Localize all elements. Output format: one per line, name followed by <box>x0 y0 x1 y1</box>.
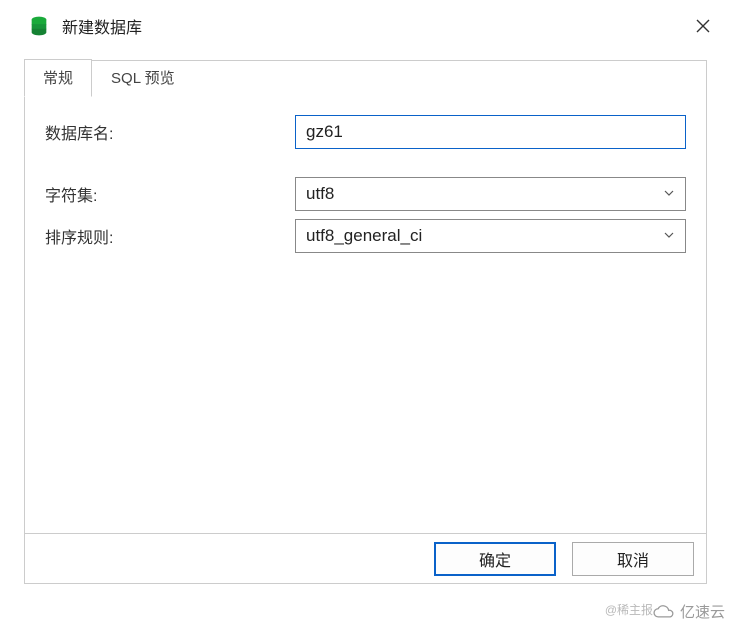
tab-sql-preview[interactable]: SQL 预览 <box>92 59 194 97</box>
watermark-author: @稀主报 <box>605 601 653 618</box>
charset-value: utf8 <box>306 184 334 204</box>
cancel-button[interactable]: 取消 <box>572 542 694 576</box>
watermark-brand: 亿速云 <box>650 601 725 622</box>
tab-general[interactable]: 常规 <box>24 59 92 97</box>
database-icon <box>28 15 50 37</box>
form-area: 数据库名: 字符集: utf8 排序规则: utf8_general_ci <box>25 97 706 533</box>
chevron-down-icon <box>663 226 675 246</box>
dialog-panel: 常规 SQL 预览 数据库名: 字符集: utf8 排序规则: <box>24 60 707 584</box>
row-collation: 排序规则: utf8_general_ci <box>45 219 686 253</box>
cloud-icon <box>650 603 676 621</box>
tabstrip: 常规 SQL 预览 <box>24 60 194 96</box>
row-database-name: 数据库名: <box>45 115 686 149</box>
button-bar: 确定 取消 <box>25 533 706 583</box>
collation-value: utf8_general_ci <box>306 226 422 246</box>
row-charset: 字符集: utf8 <box>45 177 686 211</box>
label-database-name: 数据库名: <box>45 120 295 144</box>
titlebar: 新建数据库 <box>0 0 731 52</box>
label-charset: 字符集: <box>45 182 295 206</box>
ok-button[interactable]: 确定 <box>434 542 556 576</box>
title-left: 新建数据库 <box>28 14 142 38</box>
collation-select[interactable]: utf8_general_ci <box>295 219 686 253</box>
chevron-down-icon <box>663 184 675 204</box>
label-collation: 排序规则: <box>45 224 295 248</box>
watermark-brand-text: 亿速云 <box>680 601 725 622</box>
charset-select[interactable]: utf8 <box>295 177 686 211</box>
close-icon[interactable] <box>693 16 713 36</box>
database-name-input[interactable] <box>295 115 686 149</box>
window-title: 新建数据库 <box>62 14 142 38</box>
